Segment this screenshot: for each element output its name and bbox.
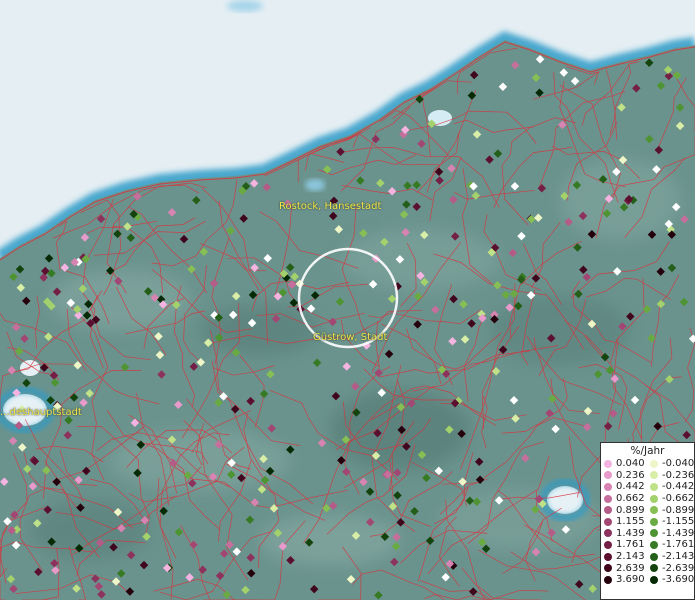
legend-entry: -0.442	[647, 481, 694, 493]
legend-swatch	[650, 529, 658, 538]
legend-title: %/Jahr	[630, 445, 665, 457]
legend-entry: 1.761	[601, 539, 647, 551]
legend-entry: -0.899	[647, 504, 694, 516]
legend-label: 3.690	[616, 574, 645, 586]
legend-entry: -0.662	[647, 493, 694, 505]
legend-swatch	[604, 552, 612, 561]
legend-swatch	[650, 471, 658, 480]
legend-label: -1.761	[662, 539, 695, 551]
legend-entry: -0.236	[647, 470, 694, 482]
legend-swatch	[604, 506, 612, 515]
legend-label: 0.040	[616, 458, 645, 470]
legend-swatch	[650, 564, 658, 573]
legend-entry: -1.155	[647, 516, 694, 528]
legend-label: -0.442	[662, 481, 695, 493]
legend-swatch	[650, 540, 658, 549]
legend-swatch	[650, 575, 658, 584]
legend-entry: -1.761	[647, 539, 694, 551]
legend-label: 2.639	[616, 562, 645, 574]
legend-label: 0.442	[616, 481, 645, 493]
legend-entry: 0.442	[601, 481, 647, 493]
legend-positive-column: 0.040 0.236 0.442 0.662 0.899 1.155 1.439 1.761…	[601, 458, 647, 586]
legend-negative-column: -0.040 -0.236 -0.442 -0.662 -0.899 -1.155 -1.4…	[647, 458, 694, 586]
legend-swatch	[604, 471, 612, 480]
legend-entry: 0.040	[601, 458, 647, 470]
legend-entry: 0.899	[601, 504, 647, 516]
legend-swatch	[604, 459, 612, 468]
legend-swatch	[650, 506, 658, 515]
legend-label: -2.143	[662, 551, 695, 563]
legend-swatch	[604, 540, 612, 549]
city-label-guestrow: Güstrow, Stadt	[313, 332, 388, 343]
legend-swatch	[604, 482, 612, 491]
legend-label: 2.143	[616, 551, 645, 563]
legend-label: 0.236	[616, 469, 645, 481]
legend-entry: -3.690	[647, 574, 694, 586]
legend-label: 0.899	[616, 504, 645, 516]
legend: %/Jahr 0.040 0.236 0.442 0.662 0.899 1.155 1.4…	[600, 442, 695, 600]
legend-swatch	[650, 459, 658, 468]
legend-entry: 2.639	[601, 562, 647, 574]
legend-entry: -2.639	[647, 562, 694, 574]
legend-entry: 2.143	[601, 551, 647, 563]
legend-swatch	[650, 552, 658, 561]
legend-label: -3.690	[662, 574, 695, 586]
legend-entry: -1.439	[647, 528, 694, 540]
city-label-schwerin: ...deshauptstadt	[0, 407, 82, 418]
city-label-rostock: Rostock, Hansestadt	[279, 201, 382, 212]
legend-entry: 1.155	[601, 516, 647, 528]
legend-entry: 1.439	[601, 528, 647, 540]
legend-label: -2.639	[662, 562, 695, 574]
legend-entry: -2.143	[647, 551, 694, 563]
legend-swatch	[650, 517, 658, 526]
legend-swatch	[604, 564, 612, 573]
legend-label: -0.236	[662, 469, 695, 481]
legend-label: -1.439	[662, 527, 695, 539]
legend-swatch	[650, 482, 658, 491]
legend-entry: 0.236	[601, 470, 647, 482]
legend-swatch	[604, 529, 612, 538]
legend-label: 1.761	[616, 539, 645, 551]
legend-entry: 3.690	[601, 574, 647, 586]
legend-label: -0.040	[662, 458, 695, 470]
legend-swatch	[604, 494, 612, 503]
legend-swatch	[604, 575, 612, 584]
legend-label: 0.662	[616, 493, 645, 505]
legend-swatch	[650, 494, 658, 503]
legend-label: -0.662	[662, 493, 695, 505]
legend-swatch	[604, 517, 612, 526]
legend-entry: 0.662	[601, 493, 647, 505]
map-canvas[interactable]	[0, 0, 695, 600]
legend-label: -0.899	[662, 504, 695, 516]
legend-label: -1.155	[662, 516, 695, 528]
legend-label: 1.439	[616, 527, 645, 539]
legend-label: 1.155	[616, 516, 645, 528]
sea-highlight	[227, 0, 263, 12]
legend-entry: -0.040	[647, 458, 694, 470]
